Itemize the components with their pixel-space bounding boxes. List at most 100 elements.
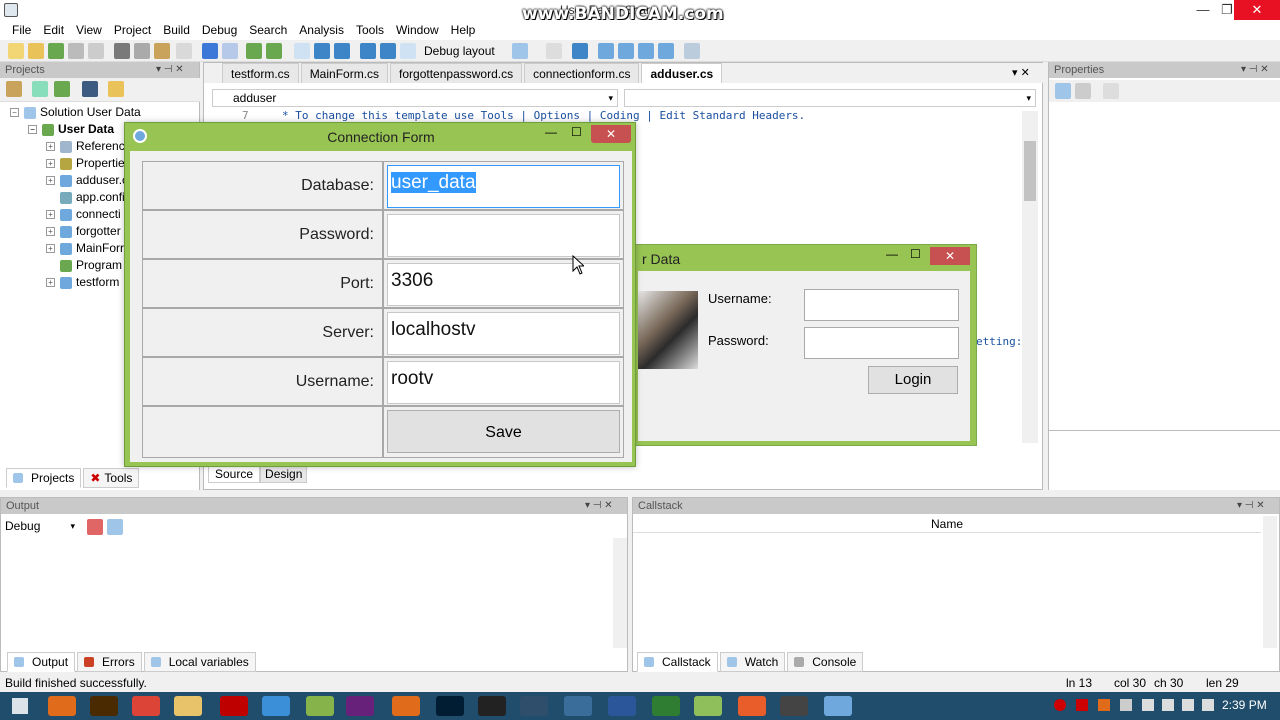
taskbar-word-icon[interactable] — [608, 696, 636, 716]
tray-flag-icon[interactable] — [1142, 699, 1154, 711]
tab-callstack[interactable]: Callstack — [637, 652, 718, 672]
password-input[interactable] — [387, 214, 620, 257]
rebuild-icon[interactable] — [266, 43, 282, 59]
tab-projects[interactable]: Projects — [6, 468, 82, 488]
windows-start-icon[interactable] — [12, 698, 28, 714]
open-icon[interactable] — [108, 81, 124, 97]
build-icon[interactable] — [246, 43, 262, 59]
output-pin-icon[interactable]: ▾ ⊣ ✕ — [585, 500, 613, 511]
taskbar-photoshop-icon[interactable] — [436, 696, 464, 716]
tray-network-icon[interactable] — [1182, 699, 1194, 711]
save-button[interactable]: Save — [387, 410, 620, 453]
tab-list-icon[interactable]: ▾ ✕ — [1012, 66, 1030, 79]
tree-solution[interactable]: − Solution User Data — [10, 104, 141, 121]
taskbar-app-icon-2[interactable] — [738, 696, 766, 716]
pause-icon[interactable] — [314, 43, 330, 59]
tab-output[interactable]: Output — [7, 652, 76, 672]
taskbar-connform-icon[interactable] — [824, 696, 852, 716]
member-combo[interactable]: ▾ — [624, 89, 1036, 107]
tree-item-testform[interactable]: + testform — [46, 274, 119, 291]
conn-close-button[interactable]: ✕ — [591, 125, 631, 143]
save-icon[interactable] — [48, 43, 64, 59]
copy-icon[interactable] — [134, 43, 150, 59]
print-icon[interactable] — [88, 43, 104, 59]
tree-item-connectionform[interactable]: + connecti — [46, 206, 121, 223]
tray-up-icon[interactable] — [1120, 699, 1132, 711]
tree-item-properties[interactable]: + Propertie — [46, 155, 125, 172]
taskbar-chrome-icon[interactable] — [132, 696, 160, 716]
menu-tools[interactable]: Tools — [350, 20, 390, 40]
tab-watch[interactable]: Watch — [719, 652, 786, 672]
cut-icon[interactable] — [114, 43, 130, 59]
taskbar-filezilla-icon[interactable] — [220, 696, 248, 716]
alphabetical-icon[interactable] — [1075, 83, 1091, 99]
paste-icon[interactable] — [154, 43, 170, 59]
tray-record-icon[interactable] — [1054, 699, 1066, 711]
properties-icon[interactable] — [6, 81, 22, 97]
taskbar-notepad-icon[interactable] — [306, 696, 334, 716]
tab-design[interactable]: Design — [260, 465, 308, 483]
property-pages-icon[interactable] — [1103, 83, 1119, 99]
redo-icon[interactable] — [222, 43, 238, 59]
save-all-icon[interactable] — [68, 43, 84, 59]
login-username-input[interactable] — [804, 289, 959, 321]
undo-icon[interactable] — [202, 43, 218, 59]
layout-options-icon[interactable] — [512, 43, 528, 59]
login-maximize-button[interactable]: ☐ — [910, 247, 921, 261]
tree-project[interactable]: − User Data — [28, 121, 114, 138]
tab-console[interactable]: Console — [787, 652, 864, 672]
tab-source[interactable]: Source — [208, 465, 261, 483]
taskbar-map-icon[interactable] — [652, 696, 680, 716]
tab-forgottenpassword[interactable]: forgottenpassword.cs — [390, 63, 523, 83]
taskbar-explorer-icon[interactable] — [174, 696, 202, 716]
format-icon[interactable] — [546, 43, 562, 59]
indent-icon[interactable] — [572, 43, 588, 59]
window-icon-2[interactable] — [618, 43, 634, 59]
menu-project[interactable]: Project — [108, 20, 157, 40]
refresh-icon[interactable] — [54, 81, 70, 97]
step-out-icon[interactable] — [400, 43, 416, 59]
menu-file[interactable]: File — [6, 20, 37, 40]
tab-tools[interactable]: ✖ Tools — [83, 468, 140, 488]
taskbar-illustrator-icon[interactable] — [90, 696, 118, 716]
taskbar-bandicam-icon[interactable] — [478, 696, 506, 716]
properties-pin-icon[interactable]: ▾ ⊣ ✕ — [1241, 64, 1269, 75]
output-combo[interactable]: Debug ▾ — [5, 517, 77, 535]
taskbar-teamviewer-icon[interactable] — [262, 696, 290, 716]
taskbar-app-icon[interactable] — [520, 696, 548, 716]
menu-window[interactable]: Window — [390, 20, 445, 40]
tab-mainform[interactable]: MainForm.cs — [300, 63, 389, 83]
menu-build[interactable]: Build — [157, 20, 196, 40]
conn-minimize-button[interactable]: — — [545, 125, 557, 139]
pin-icon[interactable]: ▾ ⊣ ✕ — [156, 64, 184, 75]
taskbar-xampp-icon[interactable] — [48, 696, 76, 716]
menu-view[interactable]: View — [70, 20, 108, 40]
taskbar-visualstudio-icon[interactable] — [346, 696, 374, 716]
username-input[interactable]: rootv — [387, 361, 620, 404]
vertical-scrollbar[interactable] — [1022, 111, 1038, 443]
taskbar-clock[interactable]: 2:39 PM — [1222, 698, 1267, 712]
layout-combo[interactable]: Debug layout — [424, 41, 506, 61]
taskbar-media-icon[interactable] — [564, 696, 592, 716]
tray-battery-icon[interactable] — [1162, 699, 1174, 711]
tab-testform[interactable]: testform.cs — [222, 63, 299, 83]
login-minimize-button[interactable]: — — [886, 247, 898, 261]
find-icon[interactable] — [684, 43, 700, 59]
tab-connectionform[interactable]: connectionform.cs — [524, 63, 640, 83]
login-button[interactable]: Login — [868, 366, 958, 394]
callstack-column-header[interactable]: Name — [633, 516, 1261, 533]
stop-icon[interactable] — [334, 43, 350, 59]
show-all-icon[interactable] — [32, 81, 48, 97]
window-icon-4[interactable] — [658, 43, 674, 59]
close-button[interactable]: ✕ — [1234, 0, 1280, 20]
step-over-icon[interactable] — [360, 43, 376, 59]
callstack-scrollbar[interactable] — [1263, 516, 1277, 648]
collapse-icon[interactable] — [82, 81, 98, 97]
taskbar-sharpdevelop-icon[interactable] — [694, 696, 722, 716]
tab-errors[interactable]: Errors — [77, 652, 142, 672]
menu-analysis[interactable]: Analysis — [293, 20, 350, 40]
port-input[interactable]: 3306 — [387, 263, 620, 306]
login-close-button[interactable]: ✕ — [930, 247, 970, 265]
run-icon[interactable] — [294, 43, 310, 59]
tree-item-forgotten[interactable]: + forgotter — [46, 223, 121, 240]
